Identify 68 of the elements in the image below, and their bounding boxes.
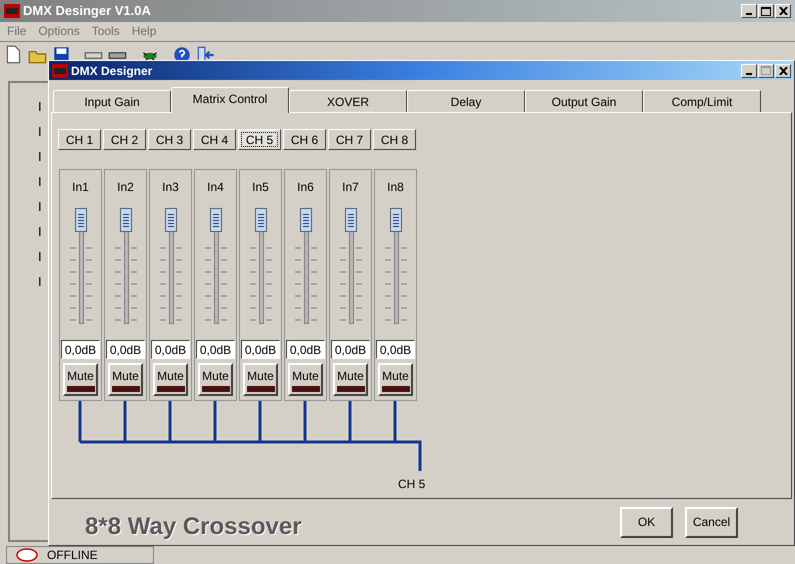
gain-value-field[interactable]: 0,0dB	[286, 340, 325, 360]
gain-value-field[interactable]: 0,0dB	[151, 340, 190, 360]
fader-thumb[interactable]	[390, 208, 402, 232]
mute-button[interactable]: Mute	[243, 363, 278, 396]
minimize-icon	[746, 72, 752, 75]
fader-thumb[interactable]	[74, 208, 86, 232]
input-label: In4	[207, 179, 224, 196]
tab[interactable]: XOVER	[289, 90, 407, 112]
channel-button[interactable]: CH 1	[58, 129, 101, 150]
gain-value-field[interactable]: 0,0dB	[331, 340, 370, 360]
mute-button[interactable]: Mute	[333, 363, 368, 396]
fader-thumb[interactable]	[210, 208, 222, 232]
input-label: In2	[117, 179, 134, 196]
maximize-button[interactable]	[758, 64, 774, 78]
cancel-button[interactable]: Cancel	[685, 506, 738, 538]
channel-button[interactable]: CH 3	[148, 129, 191, 150]
fader-thumb[interactable]	[344, 208, 356, 232]
dialog-title: DMX Designer	[71, 62, 152, 80]
ok-button[interactable]: OK	[620, 506, 673, 538]
input-label: In1	[72, 179, 89, 196]
dmx-logo-icon	[4, 4, 20, 18]
channel-button[interactable]: CH 6	[283, 129, 326, 150]
mute-button[interactable]: Mute	[108, 363, 143, 396]
caption-text: 8*8 Way Crossover	[85, 512, 302, 542]
maximize-button[interactable]	[758, 4, 774, 18]
fader-thumb[interactable]	[254, 208, 266, 232]
close-button[interactable]	[775, 64, 791, 78]
input-label: In7	[342, 179, 359, 196]
fader-thumb[interactable]	[300, 208, 312, 232]
close-button[interactable]	[775, 4, 791, 18]
input-label: In6	[297, 179, 314, 196]
mute-button[interactable]: Mute	[378, 363, 413, 396]
mute-button[interactable]: Mute	[63, 363, 98, 396]
tab[interactable]: Matrix Control	[171, 87, 289, 114]
dmx-logo-icon	[52, 64, 68, 78]
tab[interactable]: Comp/Limit	[643, 90, 761, 112]
gain-value-field[interactable]: 0,0dB	[196, 340, 235, 360]
window-title: DMX Desinger V1.0A	[23, 2, 151, 20]
input-label: In8	[387, 179, 404, 196]
gain-value-field[interactable]: 0,0dB	[376, 340, 415, 360]
minimize-icon	[746, 13, 752, 15]
gain-value-field[interactable]: 0,0dB	[241, 340, 280, 360]
mute-button[interactable]: Mute	[198, 363, 233, 396]
mute-button[interactable]: Mute	[153, 363, 188, 396]
channel-button[interactable]: CH 8	[373, 129, 416, 150]
channel-button[interactable]: CH 5	[238, 129, 281, 150]
gain-value-field[interactable]: 0,0dB	[106, 340, 145, 360]
tab[interactable]: Delay	[407, 90, 525, 112]
tab[interactable]: Input Gain	[53, 90, 171, 112]
minimize-button[interactable]	[741, 64, 757, 78]
input-label: In3	[162, 179, 179, 196]
close-icon	[778, 66, 788, 75]
status-indicator-icon	[15, 547, 39, 563]
channel-button[interactable]: CH 2	[103, 129, 146, 150]
close-icon	[778, 7, 788, 15]
input-label: In5	[252, 179, 269, 196]
maximize-icon	[761, 6, 771, 16]
gain-value-field[interactable]: 0,0dB	[61, 340, 100, 360]
status-text: OFFLINE	[47, 547, 98, 564]
channel-button[interactable]: CH 4	[193, 129, 236, 150]
output-label: CH 5	[398, 476, 426, 494]
fader-thumb[interactable]	[120, 208, 132, 232]
minimize-button[interactable]	[741, 4, 757, 18]
mute-button[interactable]: Mute	[288, 363, 323, 396]
tab[interactable]: Output Gain	[525, 90, 643, 112]
channel-button[interactable]: CH 7	[328, 129, 371, 150]
fader-thumb[interactable]	[164, 208, 176, 232]
maximize-icon	[761, 66, 771, 76]
